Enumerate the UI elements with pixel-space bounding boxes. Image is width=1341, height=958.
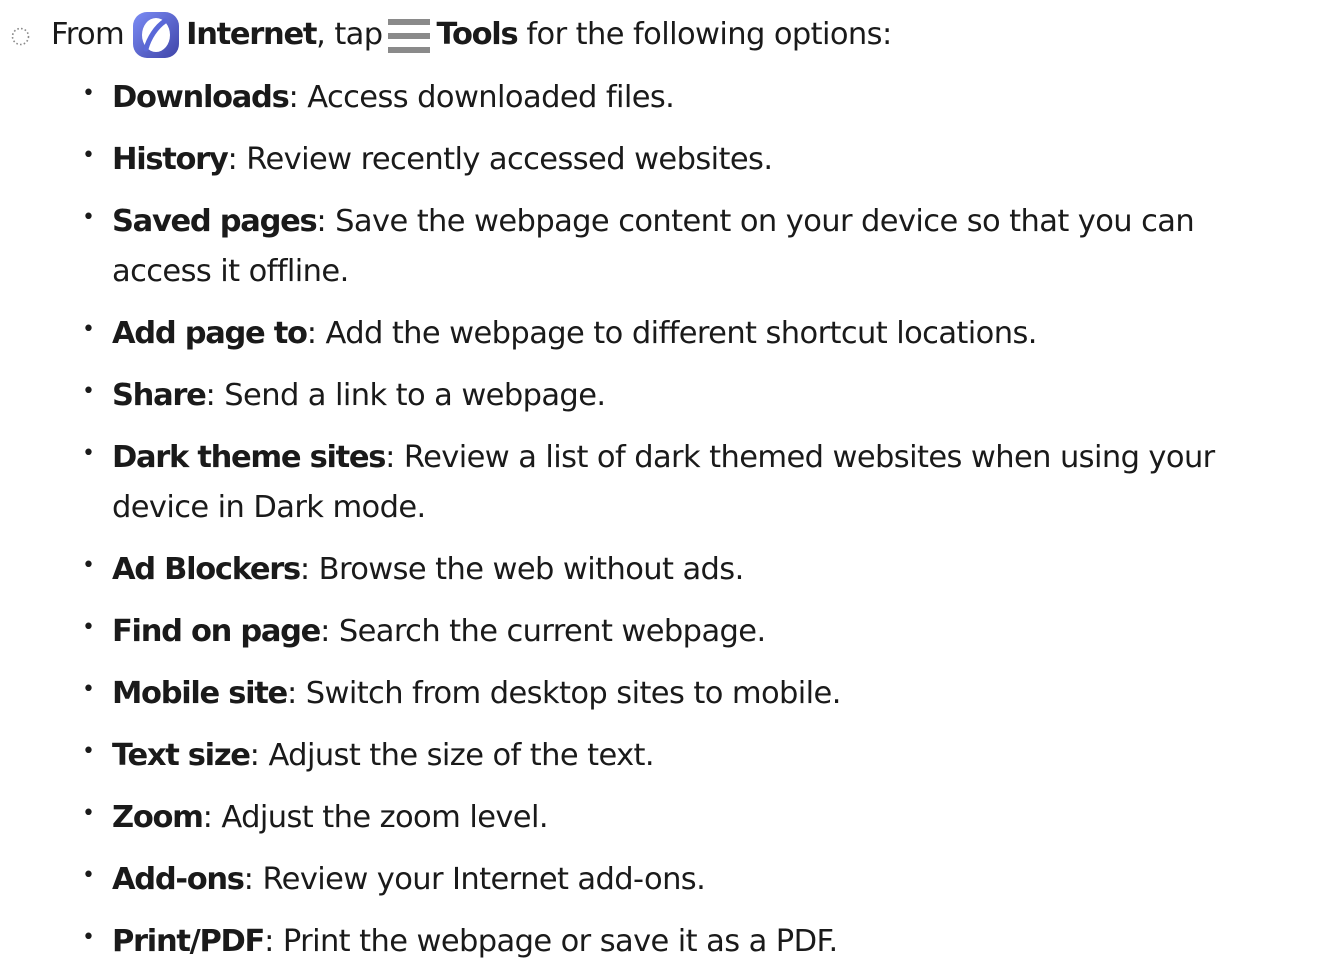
option-desc: Review recently accessed websites.: [237, 142, 773, 177]
option-term: Zoom: [112, 800, 204, 835]
option-term: Find on page: [112, 614, 321, 649]
option-term: Ad Blockers: [112, 552, 301, 587]
hamburger-menu-icon: [387, 19, 430, 53]
internet-app-icon: [133, 12, 180, 58]
option-term: Mobile site: [112, 676, 288, 711]
option-term: History: [112, 142, 229, 177]
option-desc: Access downloaded files.: [298, 80, 675, 115]
intro-line: From Internet , tap Tools for the follow…: [0, 8, 892, 60]
option-desc-continued: access it offline.: [112, 254, 349, 289]
option-sep: :: [264, 924, 274, 958]
intro-suffix: for the following options:: [526, 16, 892, 52]
option-desc: Browse the web without ads.: [309, 552, 745, 587]
option-term: Saved pages: [112, 204, 318, 239]
option-desc-continued: device in Dark mode.: [112, 490, 426, 525]
intro-menu-name: Tools: [436, 16, 519, 52]
option-sep: :: [288, 80, 299, 115]
option-sep: :: [320, 614, 330, 649]
option-desc: Search the current webpage.: [329, 614, 766, 649]
option-term: Print/PDF: [112, 924, 265, 958]
option-term: Add-ons: [112, 862, 245, 897]
option-desc: Print the webpage or save it as a PDF.: [273, 924, 838, 958]
intro-prefix: From: [51, 16, 125, 52]
option-sep: :: [205, 378, 216, 413]
intro-app-name: Internet: [186, 16, 317, 52]
list-item-saved-pages: • Saved pages: Save the webpage content …: [82, 204, 1195, 289]
option-term: Dark theme sites: [112, 440, 386, 475]
option-desc: Review your Internet add-ons.: [253, 862, 706, 897]
intro-middle: , tap: [316, 16, 383, 52]
option-sep: :: [299, 552, 310, 587]
option-desc: Review a list of dark themed websites wh…: [394, 440, 1215, 475]
option-desc: Adjust the zoom level.: [212, 800, 548, 835]
option-sep: :: [227, 142, 238, 177]
option-term: Downloads: [112, 80, 290, 115]
option-sep: :: [202, 800, 213, 835]
option-sep: :: [306, 316, 317, 351]
option-sep: :: [249, 738, 260, 773]
option-term: Text size: [112, 738, 251, 773]
option-term: Add page to: [112, 316, 308, 351]
option-desc: Add the webpage to different shortcut lo…: [316, 316, 1037, 351]
option-desc: Save the webpage content on your device …: [326, 204, 1195, 239]
option-sep: :: [243, 862, 254, 897]
option-desc: Switch from desktop sites to mobile.: [296, 676, 842, 711]
option-term: Share: [112, 378, 207, 413]
option-sep: :: [286, 676, 297, 711]
step-marker-icon: [11, 27, 30, 45]
option-sep: :: [385, 440, 395, 475]
option-sep: :: [316, 204, 327, 239]
list-item-dark-theme-sites: • Dark theme sites: Review a list of dar…: [82, 440, 1215, 525]
option-desc: Send a link to a webpage.: [215, 378, 606, 413]
option-desc: Adjust the size of the text.: [259, 738, 655, 773]
